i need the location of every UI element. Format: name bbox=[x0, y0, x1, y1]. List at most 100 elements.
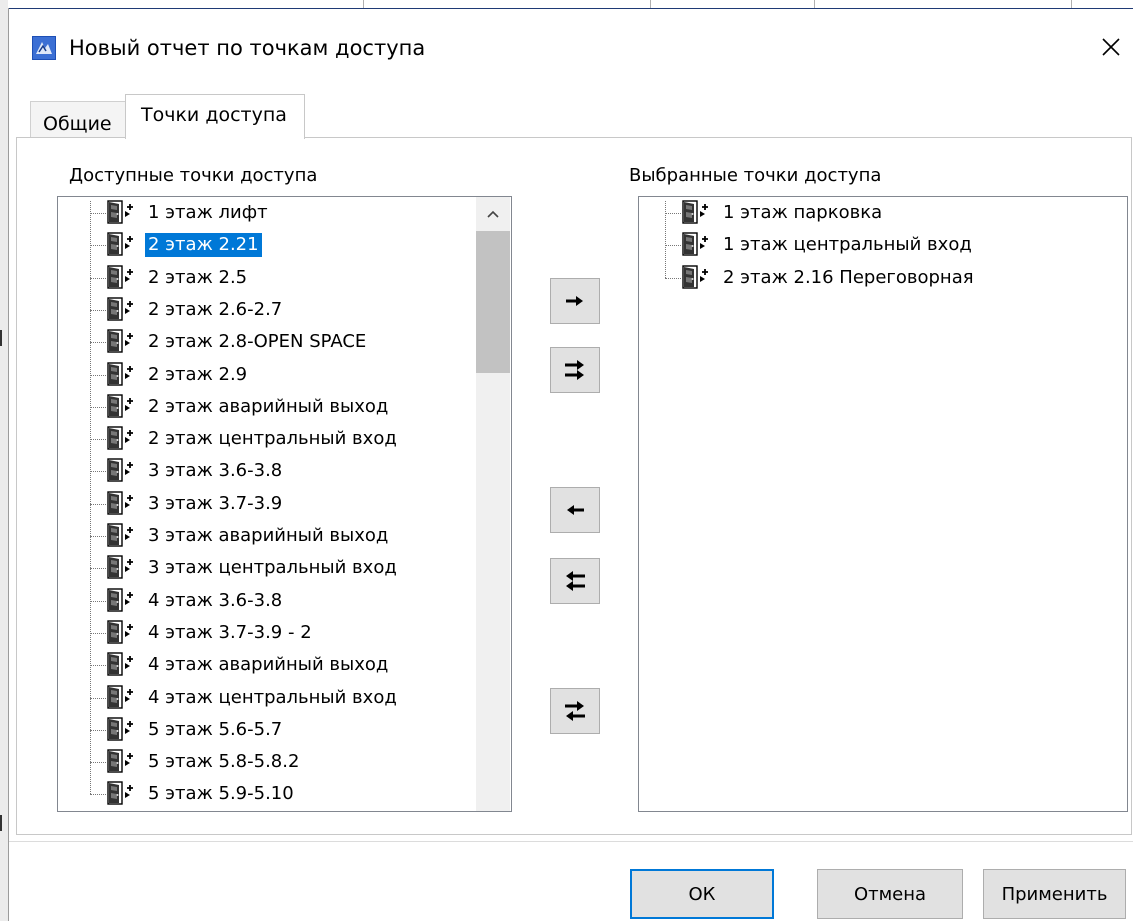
tree-item-label: 2 этаж 2.6-2.7 bbox=[148, 298, 283, 320]
tree-connector bbox=[90, 729, 106, 731]
close-button[interactable] bbox=[1091, 29, 1131, 65]
access-point-icon bbox=[107, 652, 133, 676]
tree-item[interactable]: 2 этаж аварийный выход bbox=[58, 391, 476, 423]
tree-item-label: 1 этаж центральный вход bbox=[723, 234, 972, 256]
tab-general-label: Общие bbox=[43, 113, 112, 135]
frame-mark bbox=[0, 815, 2, 831]
access-point-icon bbox=[107, 458, 133, 483]
tree-item[interactable]: 3 этаж 3.6-3.8 bbox=[58, 455, 476, 487]
remove-all-button[interactable] bbox=[550, 558, 600, 604]
tree-item-label: 2 этаж аварийный выход bbox=[148, 395, 389, 417]
cancel-button[interactable]: Отмена bbox=[817, 869, 963, 919]
window-frame-left bbox=[0, 0, 8, 921]
swap-button[interactable] bbox=[550, 688, 600, 734]
tree-connector bbox=[90, 697, 106, 699]
tree-item-label: 1 этаж парковка bbox=[723, 202, 883, 223]
tree-item[interactable]: 2 этаж 2.16 Переговорная bbox=[639, 262, 1127, 294]
tab-access-points[interactable]: Точки доступа bbox=[125, 94, 305, 139]
tree-connector bbox=[90, 536, 106, 537]
tree-item[interactable]: 5 этаж 5.8-5.8.2 bbox=[58, 746, 476, 778]
arrow-left-icon bbox=[567, 505, 584, 515]
tree-connector bbox=[90, 342, 106, 344]
report-dialog: Новый отчет по точкам доступа Общие Точк… bbox=[9, 9, 1133, 921]
window-frame-top bbox=[0, 0, 1133, 8]
tree-item[interactable]: 3 этаж центральный вход bbox=[58, 552, 476, 584]
tree-item[interactable]: 2 этаж 2.8-OPEN SPACE bbox=[58, 326, 476, 358]
tree-item-label: 2 этаж 2.9 bbox=[148, 363, 248, 385]
tree-connector bbox=[90, 277, 106, 279]
tree-item-label: 5 этаж 5.8-5.8.2 bbox=[148, 751, 300, 773]
tree-item-label: 5 этаж 5.9-5.10 bbox=[148, 783, 294, 805]
access-point-icon bbox=[107, 361, 133, 386]
access-point-icon bbox=[107, 749, 133, 773]
tree-item-label: 3 этаж 3.7-3.9 bbox=[148, 492, 283, 514]
tree-item-label: 1 этаж лифт bbox=[148, 202, 268, 223]
tree-item[interactable]: 2 этаж 2.21 bbox=[58, 229, 476, 261]
tree-connector bbox=[90, 600, 106, 602]
tree-item-label: 3 этаж центральный вход bbox=[148, 557, 397, 579]
scroll-up-button[interactable] bbox=[476, 197, 510, 231]
close-icon bbox=[1102, 38, 1120, 56]
selected-access-points-tree[interactable]: 1 этаж парковка 1 этаж центральный вход 2 … bbox=[638, 196, 1128, 812]
tree-item[interactable]: 4 этаж 3.6-3.8 bbox=[58, 585, 476, 617]
available-access-points-tree[interactable]: 1 этаж лифт 2 этаж 2.21 2 этаж 2.5 2 этаж 2… bbox=[57, 196, 512, 812]
tab-access-points-label: Точки доступа bbox=[141, 104, 287, 126]
tree-item[interactable]: 4 этаж аварийный выход bbox=[58, 649, 476, 681]
tree-connector bbox=[90, 568, 106, 570]
tree-item[interactable]: 4 этаж центральный вход bbox=[58, 682, 476, 714]
tree-item-label: 5 этаж 5.6-5.7 bbox=[148, 718, 283, 740]
remove-selected-button[interactable] bbox=[550, 487, 600, 533]
tree-item[interactable]: 3 этаж 3.7-3.9 bbox=[58, 488, 476, 520]
tree-connector bbox=[90, 309, 106, 311]
access-point-icon bbox=[107, 426, 133, 450]
ok-button[interactable]: ОК bbox=[630, 869, 774, 919]
tree-item[interactable]: 3 этаж аварийный выход bbox=[58, 520, 476, 552]
tree-item-label: 2 этаж 2.8-OPEN SPACE bbox=[148, 331, 367, 353]
tree-item[interactable]: 2 этаж центральный вход bbox=[58, 423, 476, 455]
tree-item-label: 2 этаж центральный вход bbox=[148, 428, 397, 450]
tree-item[interactable]: 1 этаж центральный вход bbox=[639, 229, 1127, 261]
add-selected-button[interactable] bbox=[550, 278, 600, 324]
tree-item[interactable]: 2 этаж 2.6-2.7 bbox=[58, 294, 476, 326]
chevron-up-icon bbox=[487, 210, 499, 218]
tree-connector bbox=[90, 794, 106, 796]
frame-tick bbox=[814, 0, 815, 8]
access-point-icon bbox=[107, 200, 133, 224]
tree-item-label: 2 этаж 2.21 bbox=[145, 233, 262, 258]
tree-connector bbox=[90, 471, 106, 473]
title-bar: Новый отчет по точкам доступа bbox=[9, 9, 1133, 79]
tree-item-label: 3 этаж 3.6-3.8 bbox=[148, 460, 283, 482]
tree-item[interactable]: 1 этаж лифт bbox=[58, 197, 476, 229]
access-point-icon bbox=[107, 781, 133, 806]
access-point-icon bbox=[682, 200, 708, 224]
tree-item-label: 3 этаж аварийный выход bbox=[148, 525, 389, 546]
available-label: Доступные точки доступа bbox=[69, 165, 318, 186]
tree-item-label: 4 этаж 3.6-3.8 bbox=[148, 589, 283, 611]
tree-item-label: 4 этаж центральный вход bbox=[148, 686, 397, 708]
window-title: Новый отчет по точкам доступа bbox=[69, 36, 426, 60]
access-point-icon bbox=[107, 329, 133, 353]
selected-label: Выбранные точки доступа bbox=[629, 165, 882, 186]
add-all-button[interactable] bbox=[550, 347, 600, 393]
app-icon bbox=[32, 36, 56, 60]
tree-item[interactable]: 2 этаж 2.5 bbox=[58, 262, 476, 294]
tree-item[interactable]: 2 этаж 2.9 bbox=[58, 359, 476, 391]
available-scrollbar[interactable] bbox=[476, 197, 510, 811]
arrow-right-icon bbox=[566, 296, 583, 306]
tree-item[interactable]: 5 этаж 5.9-5.10 bbox=[58, 778, 476, 810]
access-point-icon bbox=[107, 490, 133, 515]
access-point-icon bbox=[682, 232, 708, 256]
frame-tick bbox=[363, 0, 364, 8]
tree-connector bbox=[90, 503, 106, 505]
apply-button[interactable]: Применить bbox=[983, 869, 1126, 919]
tree-item-label: 2 этаж 2.5 bbox=[148, 266, 248, 288]
tree-connector bbox=[90, 762, 106, 764]
tree-item[interactable]: 5 этаж 5.6-5.7 bbox=[58, 714, 476, 746]
tree-item-label: 4 этаж аварийный выход bbox=[148, 654, 389, 676]
scroll-thumb[interactable] bbox=[476, 231, 510, 373]
tree-connector bbox=[90, 632, 106, 634]
tree-item[interactable]: 1 этаж парковка bbox=[639, 197, 1127, 229]
tree-item[interactable]: 4 этаж 3.7-3.9 - 2 bbox=[58, 617, 476, 649]
tab-general[interactable]: Общие bbox=[30, 101, 126, 137]
tab-panel-access-points: Доступные точки доступа Выбранные точки … bbox=[16, 137, 1132, 835]
